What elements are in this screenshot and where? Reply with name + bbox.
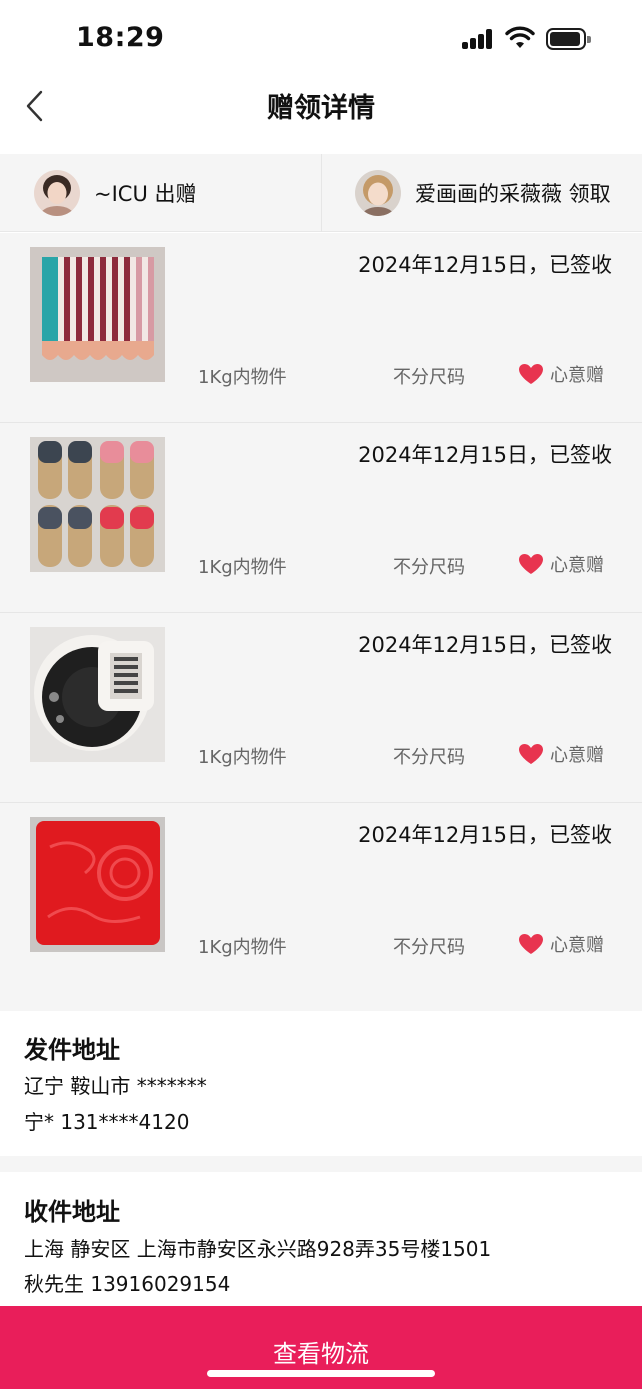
gift-image-appliance bbox=[30, 627, 165, 762]
gift-tag-label: 心意赠 bbox=[550, 745, 604, 766]
gift-status: 2024年12月15日，已签收 bbox=[358, 253, 612, 277]
view-logistics-label: 查看物流 bbox=[273, 1340, 369, 1368]
signal-icon bbox=[462, 29, 494, 49]
wifi-icon bbox=[505, 26, 535, 48]
gift-size: 不分尺码 bbox=[393, 747, 465, 768]
gift-tag-label: 心意赠 bbox=[550, 935, 604, 956]
gift-weight: 1Kg内物件 bbox=[198, 937, 287, 958]
gift-item[interactable]: 2024年12月15日，已签收 1Kg内物件 不分尺码 心意赠 bbox=[0, 233, 642, 423]
receiver-address-location: 上海 静安区 上海市静安区永兴路928弄35号楼1501 bbox=[24, 1237, 492, 1261]
sender-contact: 宁* 131****4120 bbox=[24, 1110, 190, 1134]
heart-icon bbox=[519, 364, 543, 384]
heart-icon bbox=[519, 934, 543, 954]
gift-weight: 1Kg内物件 bbox=[198, 557, 287, 578]
gift-item[interactable]: 2024年12月15日，已签收 1Kg内物件 不分尺码 心意赠 bbox=[0, 423, 642, 613]
sender-address-title: 发件地址 bbox=[24, 1036, 120, 1064]
gift-size: 不分尺码 bbox=[393, 937, 465, 958]
gift-weight: 1Kg内物件 bbox=[198, 367, 287, 388]
section-gap bbox=[0, 1156, 642, 1172]
giver-name: ~ICU 出赠 bbox=[94, 182, 197, 206]
gift-image-slippers bbox=[30, 437, 165, 572]
gift-item[interactable]: 2024年12月15日，已签收 1Kg内物件 不分尺码 心意赠 bbox=[0, 613, 642, 803]
receiver-address-title: 收件地址 bbox=[24, 1198, 120, 1226]
receiver-contact: 秋先生 13916029154 bbox=[24, 1272, 231, 1296]
gift-item[interactable]: 2024年12月15日，已签收 1Kg内物件 不分尺码 心意赠 bbox=[0, 803, 642, 993]
gift-size: 不分尺码 bbox=[393, 367, 465, 388]
sender-address-card: 发件地址 辽宁 鞍山市 ******* 宁* 131****4120 bbox=[0, 1012, 642, 1156]
gift-status: 2024年12月15日，已签收 bbox=[358, 633, 612, 657]
gift-status: 2024年12月15日，已签收 bbox=[358, 443, 612, 467]
nav-bar: 赠领详情 bbox=[0, 76, 642, 154]
receiver-name: 爱画画的采薇薇 领取 bbox=[415, 182, 611, 206]
gift-tag-label: 心意赠 bbox=[550, 555, 604, 576]
gift-tag: 心意赠 bbox=[518, 551, 604, 577]
divider bbox=[321, 154, 322, 232]
receiver-address-card: 收件地址 上海 静安区 上海市静安区永兴路928弄35号楼1501 秋先生 13… bbox=[0, 1172, 642, 1306]
heart-icon bbox=[519, 554, 543, 574]
home-indicator[interactable] bbox=[207, 1370, 435, 1377]
gift-tag: 心意赠 bbox=[518, 361, 604, 387]
heart-icon bbox=[519, 744, 543, 764]
gift-image-cushion bbox=[30, 817, 165, 952]
status-time: 18:29 bbox=[76, 22, 165, 53]
gift-size: 不分尺码 bbox=[393, 557, 465, 578]
battery-icon bbox=[546, 28, 591, 50]
gift-tag: 心意赠 bbox=[518, 741, 604, 767]
users-row: ~ICU 出赠 爱画画的采薇薇 领取 bbox=[0, 154, 642, 232]
receiver-user[interactable]: 爱画画的采薇薇 领取 bbox=[355, 154, 611, 232]
gift-image-towel bbox=[30, 247, 165, 382]
sender-address-location: 辽宁 鞍山市 ******* bbox=[24, 1074, 207, 1098]
status-bar: 18:29 bbox=[0, 0, 642, 76]
gift-status: 2024年12月15日，已签收 bbox=[358, 823, 612, 847]
giver-avatar bbox=[34, 170, 80, 216]
gift-tag-label: 心意赠 bbox=[550, 365, 604, 386]
giver-user[interactable]: ~ICU 出赠 bbox=[34, 154, 197, 232]
page-title: 赠领详情 bbox=[267, 93, 375, 124]
gift-tag: 心意赠 bbox=[518, 931, 604, 957]
receiver-avatar bbox=[355, 170, 401, 216]
gift-weight: 1Kg内物件 bbox=[198, 747, 287, 768]
gift-list: 2024年12月15日，已签收 1Kg内物件 不分尺码 心意赠 2024年12月… bbox=[0, 233, 642, 1011]
